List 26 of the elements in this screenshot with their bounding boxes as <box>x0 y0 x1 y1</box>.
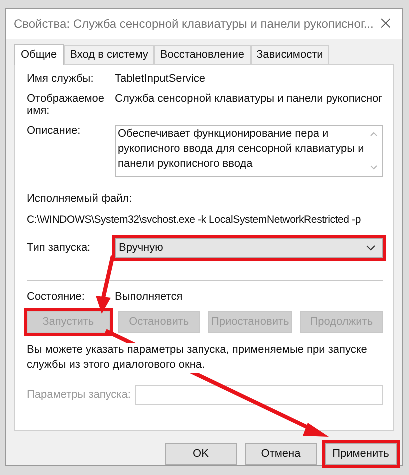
field-value: TabletInputService <box>115 72 206 85</box>
close-button[interactable]: × <box>374 13 398 34</box>
executable-path: C:\WINDOWS\System32\svchost.exe -k LocalSystemNetworkRestricted -p <box>27 214 361 226</box>
tab[interactable]: Восстановление <box>154 44 251 64</box>
chevron-down-icon <box>366 244 376 251</box>
dialog-button[interactable]: Отмена <box>245 443 317 465</box>
field-value: Служба сенсорной клавиатуры и панели рукописног <box>115 92 383 105</box>
field-label: Имя службы: <box>27 72 95 85</box>
tab[interactable]: Общие <box>14 44 64 65</box>
dialog-button[interactable]: Применить <box>325 443 397 465</box>
arrow <box>95 255 115 315</box>
field-label: Состояние: <box>27 290 86 303</box>
field-label: Исполняемый файл: <box>27 192 132 205</box>
tab[interactable]: Зависимости <box>250 44 330 64</box>
field-label: Отображаемое имя: <box>27 92 106 117</box>
window-title: Свойства: Служба сенсорной клавиатуры и панели рукописног... <box>14 16 374 31</box>
tab[interactable]: Вход в систему <box>64 44 154 64</box>
field-label: Тип запуска: <box>27 242 92 254</box>
scroll-up-icon[interactable] <box>370 130 378 137</box>
scroll-down-icon[interactable] <box>370 164 378 171</box>
startup-type-dropdown[interactable]: Вручную <box>115 238 383 258</box>
field-label: Описание: <box>27 124 82 137</box>
description-box[interactable]: Обеспечивает функционирование пера и рукописного ввода для сенсорной клавиатуры и панели рукописного ввода <box>115 124 383 177</box>
status-value: Выполняется <box>115 290 183 303</box>
dialog-button[interactable]: OK <box>165 443 237 465</box>
field-label: Параметры запуска: <box>27 388 131 401</box>
